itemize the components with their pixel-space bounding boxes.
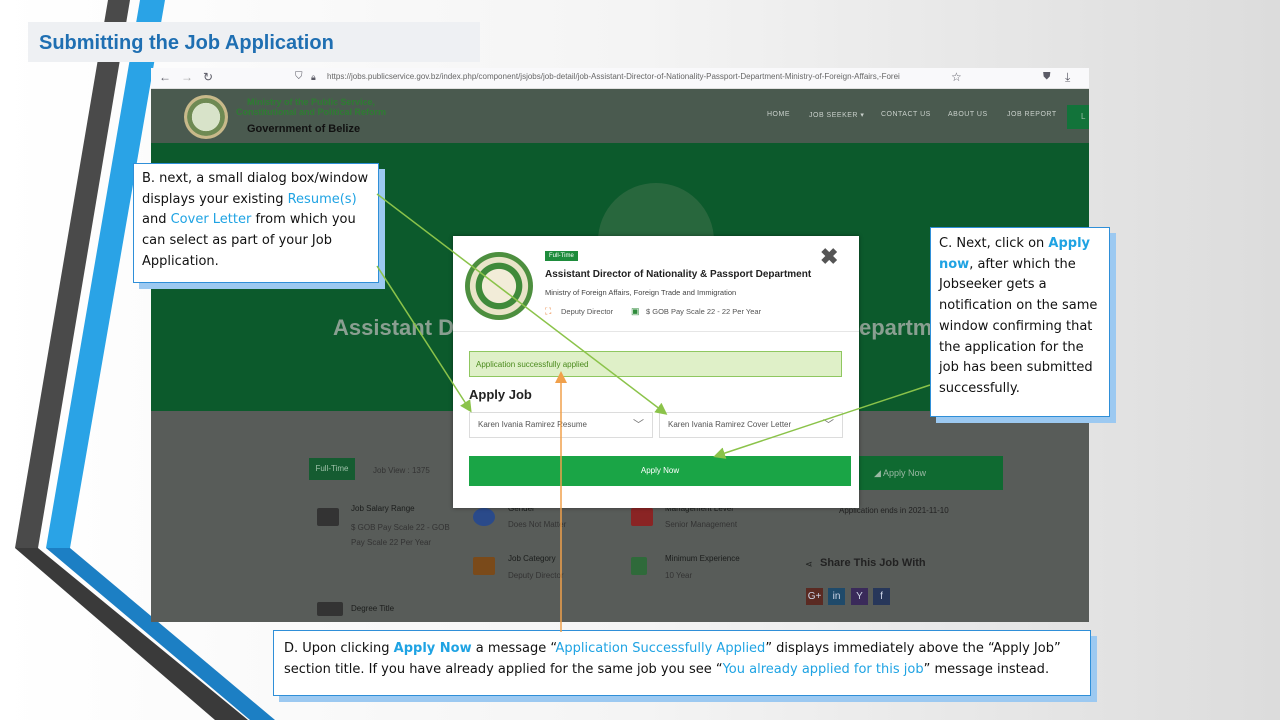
nav-home[interactable]: HOME	[767, 111, 790, 118]
forward-arrow-icon[interactable]: →	[181, 70, 193, 84]
callout-c-text: C. Next, click on Apply now, after which…	[939, 234, 1105, 400]
share-heading: Share This Job With	[820, 557, 926, 569]
category-icon: ⛶	[545, 306, 552, 316]
ministry-seal	[465, 252, 533, 320]
share-icon: ⋖	[805, 559, 813, 569]
nav-job-seeker[interactable]: JOB SEEKER ▾	[809, 111, 864, 119]
linkedin-icon[interactable]: in	[828, 588, 845, 605]
nav-contact-us[interactable]: CONTACT US	[881, 111, 931, 118]
resume-select-value: Karen Ivania Ramirez Resume	[478, 420, 587, 429]
nav-job-seeker-label: JOB SEEKER	[809, 112, 858, 119]
callout-c: C. Next, click on Apply now, after which…	[930, 227, 1110, 417]
nav-login-label: L	[1081, 112, 1086, 121]
pocket-icon[interactable]: ⛊	[1043, 71, 1051, 82]
callout-d: D. Upon clicking Apply Now a message “Ap…	[273, 630, 1091, 696]
job-category: Deputy Director	[561, 307, 614, 316]
back-arrow-icon[interactable]: ←	[159, 70, 171, 84]
apply-job-dialog: Full-Time Assistant Director of National…	[453, 236, 859, 508]
job-view-count: Job View : 1375	[373, 466, 430, 475]
gender-icon	[473, 508, 495, 526]
salary-label: Job Salary Range	[351, 504, 415, 513]
chevron-down-icon: ▾	[860, 112, 865, 119]
management-value: Senior Management	[665, 520, 738, 529]
cover-letter-select-value: Karen Ivania Ramirez Cover Letter	[668, 420, 792, 429]
address-bar: ← → ↻ ⛉ 🔒︎ https://jobs.publicservice.go…	[151, 68, 1089, 89]
experience-icon	[631, 557, 647, 575]
facebook-icon[interactable]: f	[873, 588, 890, 605]
degree-label: Degree Title	[351, 604, 395, 613]
category-value: Deputy Director	[508, 571, 564, 580]
category-icon	[473, 557, 495, 575]
callout-c-pre: C. Next, click on	[939, 236, 1049, 251]
yahoo-icon[interactable]: Y	[851, 588, 868, 605]
job-title: Assistant Director of Nationality & Pass…	[545, 269, 812, 280]
org-line-1: Ministry of the Public Service,	[246, 97, 376, 107]
money-icon	[317, 508, 339, 526]
bar-chart-icon	[631, 508, 653, 526]
slide-title-box: Submitting the Job Application	[28, 22, 480, 62]
government-logo	[184, 95, 228, 139]
org-name: Government of Belize	[247, 123, 361, 135]
callout-d-post: ” message instead.	[923, 662, 1050, 677]
category-label: Job Category	[508, 554, 556, 563]
callout-b-and: and	[142, 212, 171, 228]
send-icon: ◢	[874, 468, 883, 478]
site-header: Ministry of the Public Service, Constitu…	[151, 89, 1089, 143]
experience-value: 10 Year	[665, 571, 693, 580]
nav-about-us[interactable]: ABOUT US	[948, 111, 988, 118]
chevron-down-icon: ﹀	[823, 419, 834, 431]
resume-select[interactable]: Karen Ivania Ramirez Resume ﹀	[469, 412, 653, 438]
nav-job-report[interactable]: JOB REPORT	[1007, 111, 1057, 118]
nav-login-button[interactable]: L	[1067, 105, 1089, 129]
experience-label: Minimum Experience	[665, 554, 740, 563]
callout-d-mid1: a message “	[471, 641, 556, 656]
callout-b-text: B. next, a small dialog box/window displ…	[142, 169, 372, 273]
callout-d-pre: D. Upon clicking	[284, 641, 394, 656]
close-icon[interactable]: ✖	[820, 244, 838, 270]
dialog-divider	[453, 331, 859, 332]
gender-value: Does Not Matter	[508, 520, 567, 529]
salary-value: $ GOB Pay Scale 22 - GOB Pay Scale 22 Pe…	[351, 523, 450, 547]
callout-b-resume: Resume(s)	[287, 191, 357, 207]
apply-now-button[interactable]: Apply Now	[469, 456, 851, 486]
callout-d-msg1: Application Successfully Applied	[555, 641, 766, 656]
callout-c-post: , after which the Jobseeker gets a notif…	[939, 256, 1098, 396]
tab-full-time[interactable]: Full-Time	[309, 458, 355, 480]
apply-job-heading: Apply Job	[469, 387, 532, 402]
shield-icon[interactable]: ⛉	[295, 71, 303, 82]
cover-letter-select[interactable]: Karen Ivania Ramirez Cover Letter ﹀	[659, 412, 843, 438]
url-text[interactable]: https://jobs.publicservice.gov.bz/index.…	[327, 72, 947, 81]
graduation-cap-icon	[317, 602, 343, 616]
download-icon[interactable]: ⤓	[1065, 70, 1070, 85]
hero-title-left: Assistant D	[333, 315, 455, 340]
slide-title: Submitting the Job Application	[39, 32, 334, 54]
callout-d-msg2: You already applied for this job	[722, 662, 924, 677]
org-line-2: Constitutional and Political Reform	[235, 107, 386, 117]
callout-d-apply: Apply Now	[393, 641, 472, 656]
job-salary: $ GOB Pay Scale 22 - 22 Per Year	[646, 307, 762, 316]
callout-b-cover: Cover Letter	[170, 212, 252, 228]
org-heading: Ministry of the Public Service, Constitu…	[231, 97, 391, 117]
lock-icon[interactable]: 🔒︎	[311, 72, 316, 83]
success-message: Application successfully applied	[469, 351, 842, 377]
hero-title-right: epartm	[859, 315, 933, 340]
star-icon[interactable]: ☆	[951, 70, 962, 84]
google-plus-icon[interactable]: G+	[806, 588, 823, 605]
job-ministry: Ministry of Foreign Affairs, Foreign Tra…	[545, 288, 737, 297]
reload-icon[interactable]: ↻	[203, 70, 213, 84]
callout-d-text: D. Upon clicking Apply Now a message “Ap…	[284, 638, 1084, 680]
apply-now-background-label: Apply Now	[882, 468, 926, 478]
callout-b: B. next, a small dialog box/window displ…	[133, 163, 379, 283]
money-icon: ▣	[631, 306, 640, 316]
chevron-down-icon: ﹀	[633, 419, 644, 431]
job-type-badge: Full-Time	[545, 251, 578, 261]
